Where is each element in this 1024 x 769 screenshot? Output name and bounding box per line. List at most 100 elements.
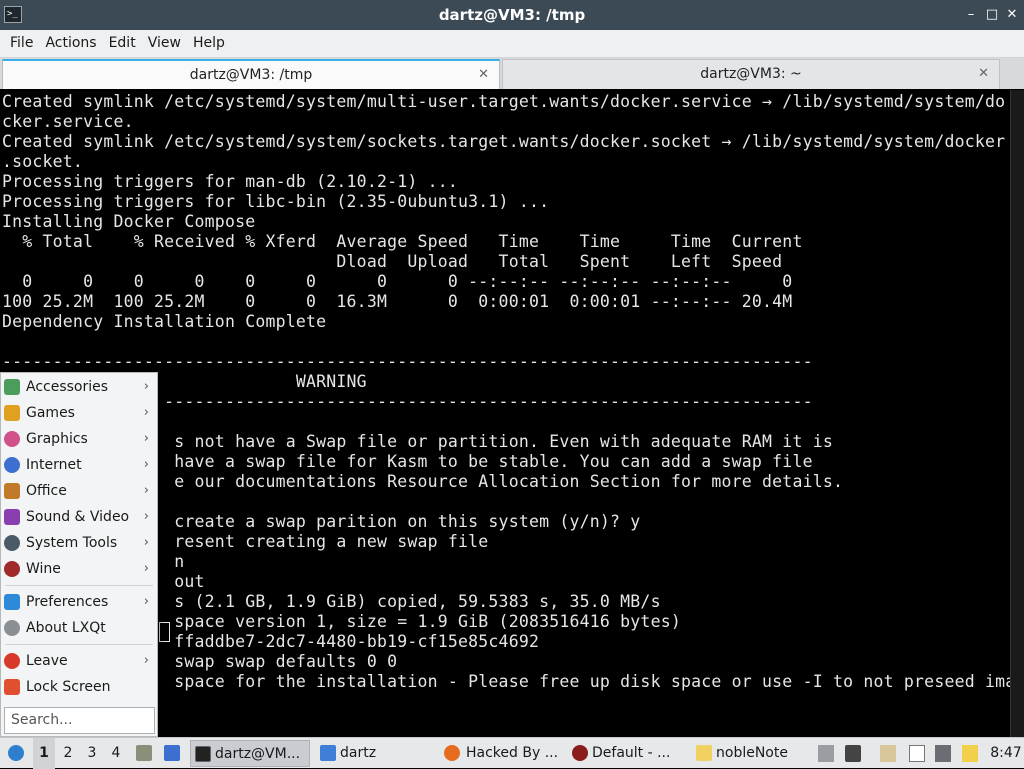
task-wine[interactable]: Default - ...: [568, 740, 686, 767]
task-folder[interactable]: dartz: [316, 740, 436, 767]
menu-separator: [5, 644, 153, 645]
menu-item-preferences[interactable]: Preferences ›: [1, 589, 157, 615]
menu-search-input[interactable]: Search...: [4, 707, 155, 734]
terminal-line: .socket.: [2, 152, 84, 171]
volume-icon[interactable]: [845, 745, 861, 762]
tab-close-icon[interactable]: ✕: [478, 61, 489, 89]
terminal-line: % Total % Received % Xferd Average Speed…: [2, 232, 803, 251]
terminal-cursor: [159, 622, 170, 642]
wine-glass-icon: [572, 745, 588, 761]
submenu-arrow-icon: ›: [143, 535, 149, 550]
menu-item-label: Lock Screen: [26, 679, 111, 695]
menu-item-sound-video[interactable]: Sound & Video ›: [1, 504, 157, 530]
leave-icon: [4, 653, 20, 669]
lxqt-logo-icon: [8, 745, 24, 761]
sound-video-icon: [4, 509, 20, 525]
menu-item-system-tools[interactable]: System Tools ›: [1, 530, 157, 556]
task-label: Hacked By ...: [466, 745, 559, 761]
menu-help[interactable]: Help: [187, 30, 231, 58]
terminal-line: Processing triggers for libc-bin (2.35-0…: [2, 192, 550, 211]
submenu-arrow-icon: ›: [143, 405, 149, 420]
show-desktop-icon: [164, 745, 180, 761]
menu-actions[interactable]: Actions: [39, 30, 102, 58]
close-window-button[interactable]: ✕: [1003, 6, 1021, 24]
menu-item-label: Office: [26, 483, 67, 499]
menu-item-label: Games: [26, 405, 75, 421]
task-terminal[interactable]: dartz@VM...: [190, 740, 310, 767]
tab-home[interactable]: dartz@VM3: ~ ✕: [502, 59, 1000, 89]
terminal-line: Processing triggers for man-db (2.10.2-1…: [2, 172, 459, 191]
terminal-line: Created symlink /etc/systemd/system/mult…: [2, 92, 1006, 111]
office-icon: [4, 483, 20, 499]
terminal-line: Created symlink /etc/systemd/system/sock…: [2, 132, 1006, 151]
note-icon: [696, 745, 712, 761]
wine-icon: [4, 561, 20, 577]
task-firefox[interactable]: Hacked By ...: [442, 740, 564, 767]
menu-item-about[interactable]: About LXQt: [1, 615, 157, 641]
tab-close-icon[interactable]: ✕: [978, 60, 989, 88]
terminal-line: ----------------------------------------…: [2, 352, 813, 371]
submenu-arrow-icon: ›: [143, 431, 149, 446]
terminal-line: 100 25.2M 100 25.2M 0 0 16.3M 0 0:00:01 …: [2, 292, 793, 311]
menu-view[interactable]: View: [142, 30, 187, 58]
keyboard-icon[interactable]: [909, 745, 925, 762]
submenu-arrow-icon: ›: [143, 561, 149, 576]
file-manager-icon: [136, 745, 152, 761]
quicklaunch-files[interactable]: [133, 738, 155, 769]
show-desktop-button[interactable]: [161, 738, 183, 769]
menu-item-lock-screen[interactable]: Lock Screen: [1, 674, 157, 700]
menu-item-internet[interactable]: Internet ›: [1, 452, 157, 478]
desktop-4[interactable]: 4: [105, 738, 127, 769]
title-bar[interactable]: >_ dartz@VM3: /tmp – □ ✕: [0, 0, 1024, 30]
menu-item-office[interactable]: Office ›: [1, 478, 157, 504]
start-menu-button[interactable]: [5, 738, 31, 769]
tab-bar: dartz@VM3: /tmp ✕ dartz@VM3: ~ ✕: [0, 58, 1024, 89]
internet-icon: [4, 457, 20, 473]
menu-item-accessories[interactable]: Accessories ›: [1, 374, 157, 400]
preferences-icon: [4, 594, 20, 610]
terminal-scrollbar[interactable]: [1010, 90, 1024, 737]
start-menu: Accessories › Games › Graphics › Interne…: [0, 372, 158, 737]
task-noblenote[interactable]: nobleNote: [692, 740, 812, 767]
terminal-line: cker.service.: [2, 112, 134, 131]
system-tools-icon: [4, 535, 20, 551]
window-title: dartz@VM3: /tmp: [438, 6, 586, 24]
task-label: dartz@VM...: [215, 746, 301, 762]
menu-item-graphics[interactable]: Graphics ›: [1, 426, 157, 452]
menu-item-games[interactable]: Games ›: [1, 400, 157, 426]
accessories-icon: [4, 379, 20, 395]
terminal-line: Dload Upload Total Spent Left Speed: [2, 252, 783, 271]
games-icon: [4, 405, 20, 421]
menu-separator: [5, 585, 153, 586]
menu-item-label: Wine: [26, 561, 61, 577]
menu-edit[interactable]: Edit: [103, 30, 142, 58]
desktop-2[interactable]: 2: [57, 738, 79, 769]
network-icon[interactable]: [935, 745, 951, 762]
clock[interactable]: 8:47: [989, 738, 1023, 769]
menu-item-label: Graphics: [26, 431, 88, 447]
folder-icon: [320, 745, 336, 761]
clipboard-icon[interactable]: [818, 745, 834, 762]
graphics-icon: [4, 431, 20, 447]
menu-item-wine[interactable]: Wine ›: [1, 556, 157, 582]
menu-item-label: Accessories: [26, 379, 109, 395]
submenu-arrow-icon: ›: [143, 457, 149, 472]
submenu-arrow-icon: ›: [143, 483, 149, 498]
menu-item-leave[interactable]: Leave ›: [1, 648, 157, 674]
task-label: nobleNote: [716, 745, 788, 761]
desktop-1[interactable]: 1: [33, 738, 55, 769]
tab-tmp[interactable]: dartz@VM3: /tmp ✕: [2, 59, 500, 89]
maximize-button[interactable]: □: [983, 6, 1001, 24]
notes-tray-icon[interactable]: [880, 745, 896, 762]
firefox-icon: [444, 745, 460, 761]
sticky-note-icon[interactable]: [962, 745, 978, 762]
desktop-3[interactable]: 3: [81, 738, 103, 769]
tab-label: dartz@VM3: ~: [700, 66, 802, 82]
terminal-line: 0 0 0 0 0 0 0 0 --:--:-- --:--:-- --:--:…: [2, 272, 793, 291]
menu-file[interactable]: File: [4, 30, 39, 58]
terminal-icon: [195, 746, 211, 762]
terminal-line: Installing Docker Compose: [2, 212, 256, 231]
submenu-arrow-icon: ›: [143, 509, 149, 524]
minimize-button[interactable]: –: [962, 6, 980, 24]
